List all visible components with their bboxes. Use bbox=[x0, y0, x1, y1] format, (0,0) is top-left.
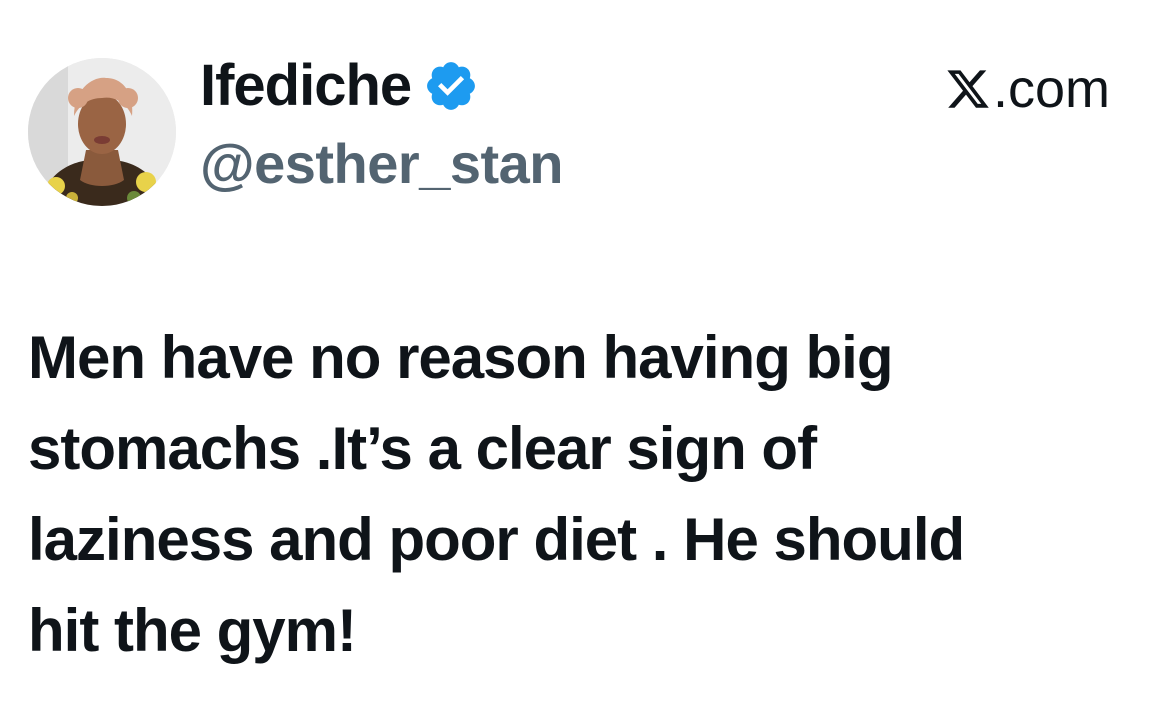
tweet-text: Men have no reason having big stomachs .… bbox=[28, 312, 1128, 676]
author-display-name[interactable]: Ifediche bbox=[200, 57, 412, 115]
author-name-row: Ifediche bbox=[200, 54, 479, 118]
tweet-text-line: Men have no reason having big bbox=[28, 324, 894, 391]
source-domain: .com bbox=[992, 59, 1110, 119]
tweet-text-line: laziness and poor diet . He should bbox=[28, 506, 965, 573]
avatar[interactable] bbox=[28, 58, 176, 206]
x-logo-icon bbox=[947, 70, 989, 108]
tweet-text-line: hit the gym! bbox=[28, 597, 357, 664]
source-mark[interactable]: .com bbox=[945, 62, 1110, 116]
profile-photo-icon bbox=[28, 58, 176, 206]
tweet-text-line: stomachs .It’s a clear sign of bbox=[28, 415, 817, 482]
tweet-card: Ifediche @esther_stan .com Men have no r… bbox=[0, 0, 1170, 705]
verified-badge-icon bbox=[427, 62, 476, 110]
author-handle[interactable]: @esther_stan bbox=[200, 136, 563, 192]
